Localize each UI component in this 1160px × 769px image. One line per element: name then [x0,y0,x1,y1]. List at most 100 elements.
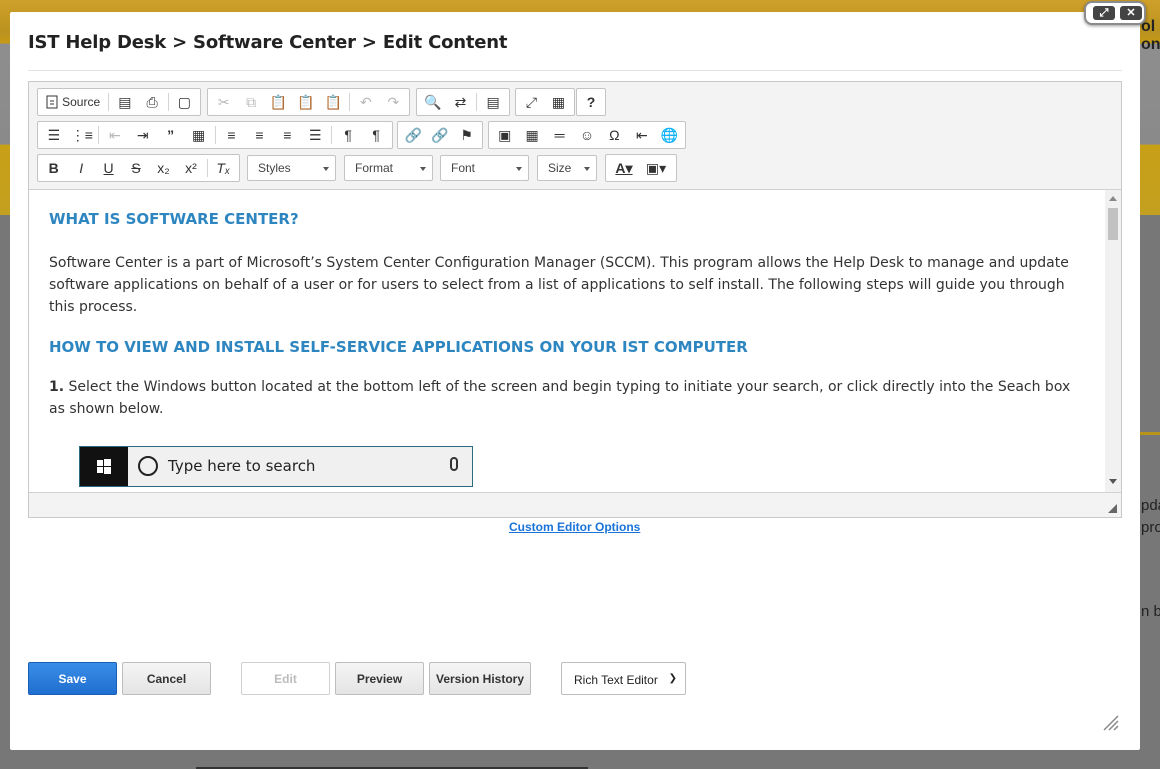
expand-icon: ⤢ [1099,7,1109,19]
replace-icon: ⇄ [454,93,467,110]
toolbar-group-links: 🔗 🔗 ⚑ [397,121,483,149]
unlink-button[interactable]: 🔗 [427,123,454,147]
page-break-button[interactable]: ⇤ [628,123,655,147]
editor-scrollbar[interactable] [1105,190,1121,492]
help-icon: ? [586,94,596,110]
size-dropdown[interactable]: Size [537,155,597,181]
find-button[interactable]: 🔍 [419,90,447,114]
bulleted-list-button[interactable]: ⋮≡ [68,123,96,147]
background-color-icon: ▣▾ [645,159,667,176]
background-color-button[interactable]: ▣▾ [640,156,672,180]
cut-button[interactable]: ✂ [210,90,237,114]
version-history-button[interactable]: Version History [429,662,531,695]
div-container-button[interactable]: ▦ [185,123,213,147]
editor-resize-handle[interactable] [1108,504,1117,513]
table-button[interactable]: ▦ [518,123,545,147]
toolbar-separator [97,126,99,144]
maximize-window-button[interactable]: ⤢ [1093,6,1115,20]
windows-search-bar-image: Type here to search [79,446,473,487]
copy-button[interactable]: ⧉ [237,90,264,114]
decrease-indent-button[interactable]: ⇤ [101,123,129,147]
paste-text-button[interactable]: 📋 [292,90,319,114]
show-blocks-button[interactable]: ▦ [545,90,572,114]
globe-icon: 🌐 [660,126,678,143]
step-1-paragraph: 1. Select the Windows button located at … [49,376,1079,420]
maximize-button[interactable]: ⤢ [518,90,545,114]
scrollbar-thumb[interactable] [1108,208,1118,240]
undo-button[interactable]: ↶ [352,90,379,114]
special-char-button[interactable]: Ω [601,123,628,147]
print-button[interactable]: ⎙ [138,90,165,114]
bulleted-list-icon: ⋮≡ [70,126,93,143]
ltr-button[interactable]: ¶ [334,123,362,147]
source-button[interactable]: Source [40,90,106,114]
increase-indent-button[interactable]: ⇥ [129,123,157,147]
templates-button[interactable]: ▢ [171,90,198,114]
editor-status-bar [29,492,1121,517]
format-dropdown-label: Format [355,161,394,175]
link-button[interactable]: 🔗 [400,123,427,147]
iframe-button[interactable]: 🌐 [656,123,683,147]
align-right-button[interactable]: ≡ [273,123,301,147]
modal-resize-grip-icon[interactable] [1100,712,1120,732]
scroll-down-icon[interactable] [1109,479,1117,484]
anchor-button[interactable]: ⚑ [453,123,480,147]
microphone-icon [450,457,458,471]
help-button[interactable]: ? [579,90,603,114]
replace-button[interactable]: ⇄ [447,90,475,114]
rtl-button[interactable]: ¶ [362,123,390,147]
justify-button[interactable]: ☰ [301,123,329,147]
superscript-icon: x² [185,160,197,176]
step-1-text: Select the Windows button located at the… [49,379,1071,417]
table-icon: ▦ [525,126,539,143]
editor-content-area[interactable]: WHAT IS SOFTWARE CENTER? Software Center… [29,190,1105,492]
numbered-list-icon: ☰ [47,126,61,143]
edit-button[interactable]: Edit [241,662,330,695]
toolbar-separator [331,126,333,144]
search-icon: 🔍 [424,93,442,110]
preview-icon-button[interactable]: ▤ [111,90,138,114]
align-center-button[interactable]: ≡ [245,123,273,147]
subscript-button[interactable]: x₂ [150,156,177,180]
align-left-button[interactable]: ≡ [218,123,246,147]
close-window-button[interactable]: ✕ [1120,6,1142,20]
paste-button[interactable]: 📋 [265,90,292,114]
strikethrough-icon: S [131,160,141,176]
horizontal-line-button[interactable]: ═ [546,123,573,147]
align-right-icon: ≡ [283,127,292,143]
heading-how-to-install: HOW TO VIEW AND INSTALL SELF-SERVICE APP… [49,338,748,356]
save-button[interactable]: Save [28,662,117,695]
numbered-list-button[interactable]: ☰ [40,123,68,147]
text-color-button[interactable]: A▾ [608,156,640,180]
bold-button[interactable]: B [40,156,67,180]
blockquote-button[interactable]: ” [157,123,185,147]
strike-button[interactable]: S [122,156,149,180]
templates-icon: ▢ [177,93,191,110]
superscript-button[interactable]: x² [177,156,204,180]
toolbar-group-clipboard: ✂ ⧉ 📋 📋 📋 ↶ ↷ [207,88,410,116]
clear-format-icon: Tₓ [216,160,231,176]
image-button[interactable]: ▣ [491,123,518,147]
underline-button[interactable]: U [95,156,122,180]
remove-format-button[interactable]: Tₓ [210,156,237,180]
select-all-button[interactable]: ▤ [479,90,507,114]
editor-mode-select[interactable]: Rich Text Editor ❯ [561,662,686,695]
toolbar-separator [167,93,169,111]
link-icon: 🔗 [404,126,423,143]
custom-editor-options-link[interactable]: Custom Editor Options [509,520,640,534]
toolbar-group-view: ⤢ ▦ [515,88,575,116]
smiley-button[interactable]: ☺ [573,123,600,147]
preview-button[interactable]: Preview [335,662,424,695]
background-text: n bo [1141,603,1160,620]
paste-word-button[interactable]: 📋 [320,90,347,114]
redo-button[interactable]: ↷ [380,90,407,114]
styles-dropdown-label: Styles [258,161,291,175]
cancel-button[interactable]: Cancel [122,662,211,695]
italic-button[interactable]: I [67,156,94,180]
styles-dropdown[interactable]: Styles [247,155,336,181]
format-dropdown[interactable]: Format [344,155,433,181]
scroll-up-icon[interactable] [1109,196,1117,201]
select-all-icon: ▤ [486,93,500,110]
font-dropdown[interactable]: Font [440,155,529,181]
redo-icon: ↷ [387,93,400,110]
